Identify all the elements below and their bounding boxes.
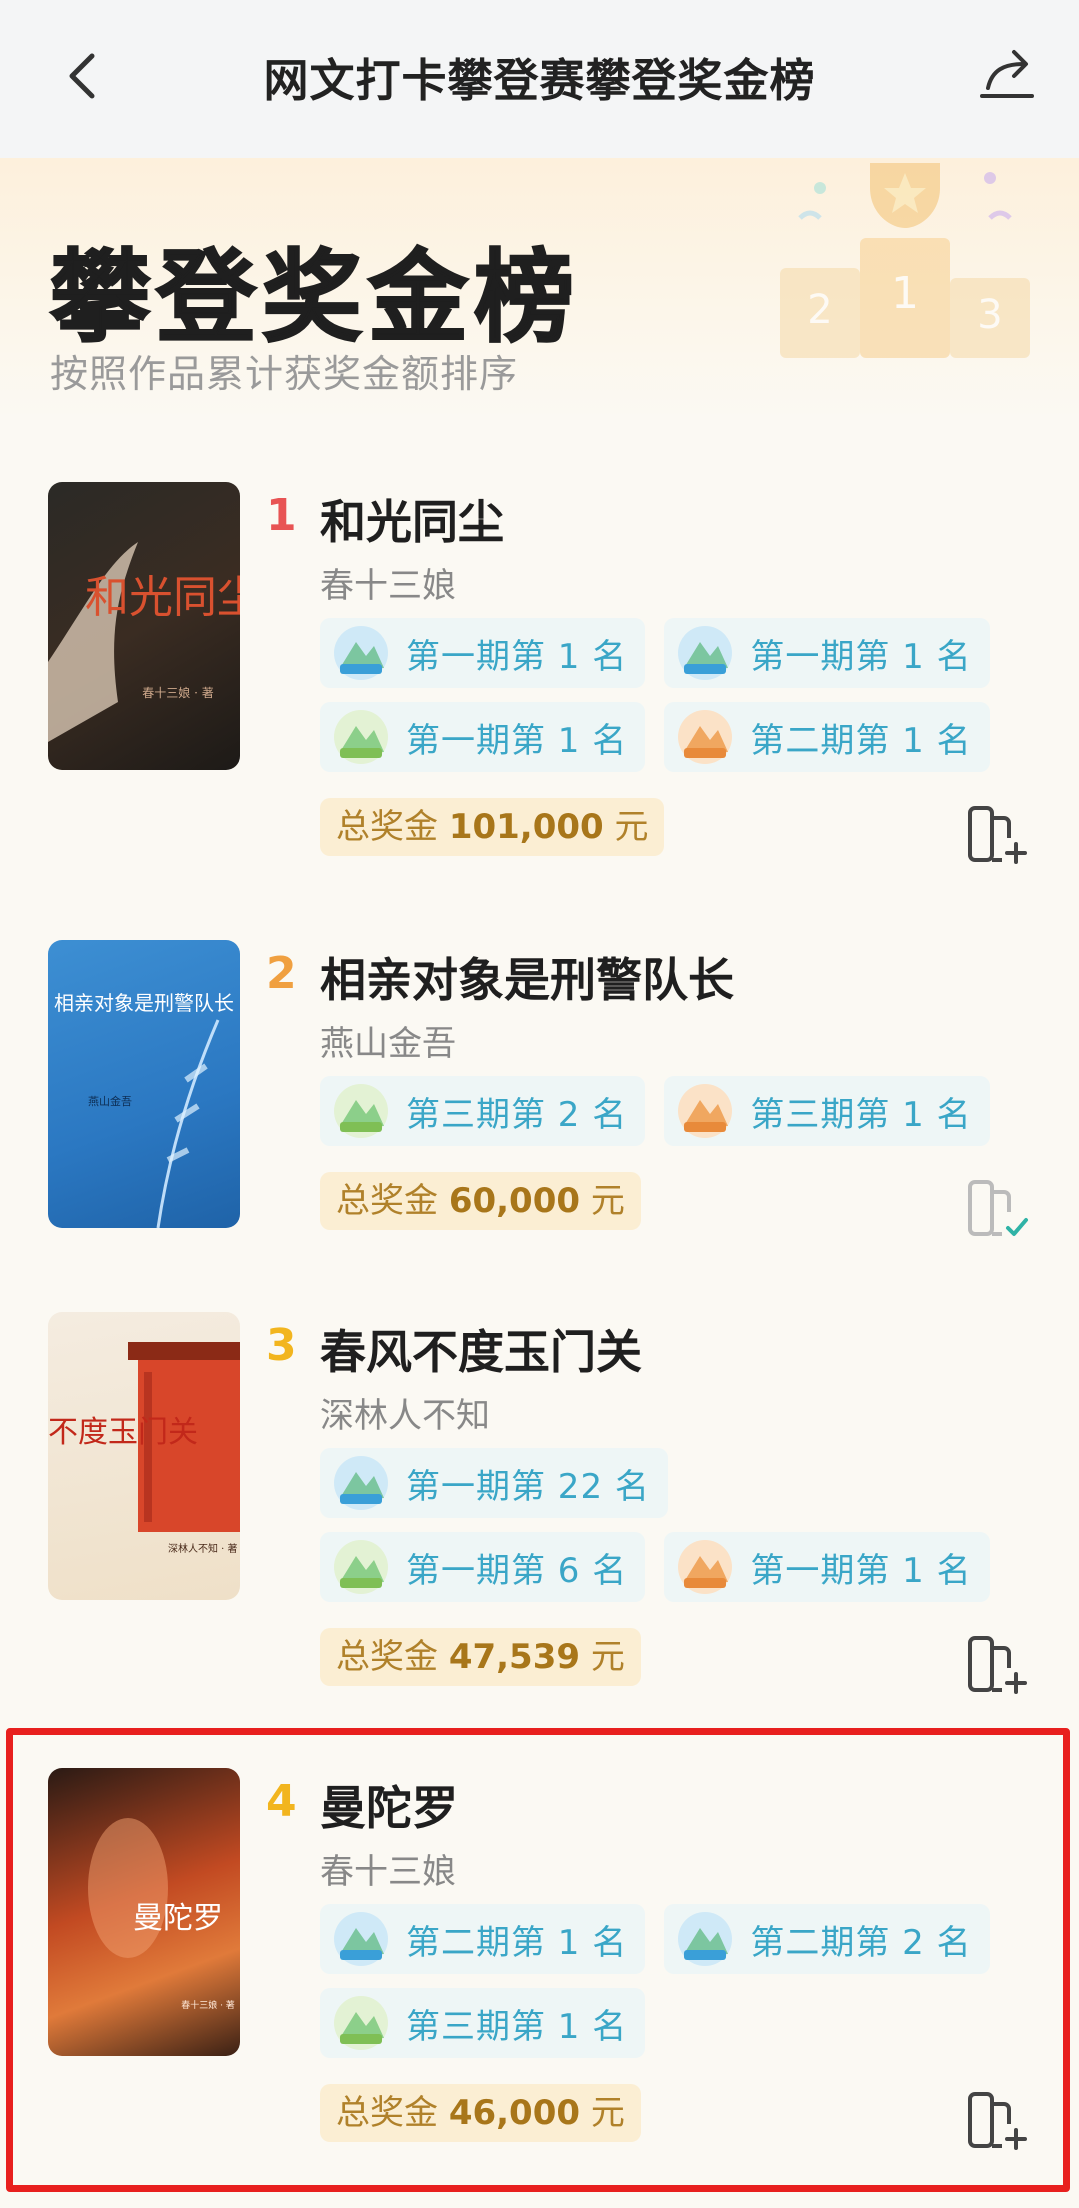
award-tag: 第一期第 6 名 xyxy=(320,1532,646,1602)
award-tags: 第三期第 2 名 第三期第 1 名 xyxy=(320,1076,1020,1160)
mountain-badge-icon xyxy=(334,1084,388,1138)
award-tag: 第三期第 2 名 xyxy=(320,1076,646,1146)
award-tag: 第一期第 1 名 xyxy=(664,1532,990,1602)
mountain-badge-icon xyxy=(678,1540,733,1594)
share-icon[interactable] xyxy=(978,44,1036,100)
book-title[interactable]: 春风不度玉门关 xyxy=(320,1316,642,1382)
award-tags: 第一期第 22 名 第一期第 6 名 第一期第 1 名 xyxy=(320,1448,1020,1616)
rank-number: 1 xyxy=(266,490,297,541)
svg-text:1: 1 xyxy=(891,268,919,319)
prize-total: 总奖金 60,000 元 xyxy=(320,1172,641,1230)
mountain-badge-icon xyxy=(334,626,388,680)
award-tag: 第一期第 22 名 xyxy=(320,1448,668,1518)
mountain-badge-icon xyxy=(678,710,733,764)
book-cover[interactable]: 春风不度玉门关 深林人不知 · 著 xyxy=(48,1312,240,1600)
svg-text:2: 2 xyxy=(807,287,832,333)
book-title[interactable]: 和光同尘 xyxy=(320,486,504,552)
book-cover[interactable]: 相亲对象是刑警队长 燕山金吾 xyxy=(48,940,240,1228)
mountain-badge-icon xyxy=(334,1456,388,1510)
cover-author: 春十三娘 · 著 xyxy=(142,685,213,700)
cover-title: 和光同尘 xyxy=(85,572,240,623)
award-tag: 第三期第 1 名 xyxy=(664,1076,990,1146)
book-author[interactable]: 春十三娘 xyxy=(320,558,456,607)
add-to-shelf-icon[interactable] xyxy=(966,804,1030,866)
hero-banner: 2 1 3 攀登奖金榜 按照作品累计获奖金额排序 xyxy=(0,158,1079,418)
cover-title: 春风不度玉门关 xyxy=(48,1415,198,1450)
book-author[interactable]: 燕山金吾 xyxy=(320,1016,456,1065)
book-cover[interactable]: 和光同尘 春十三娘 · 著 xyxy=(48,482,240,770)
mountain-badge-icon xyxy=(334,1540,388,1594)
cover-author: 燕山金吾 xyxy=(88,1094,132,1108)
prize-total: 总奖金 101,000 元 xyxy=(320,798,665,856)
award-tags: 第一期第 1 名 第一期第 1 名 第一期第 1 名 第二期第 1 名 xyxy=(320,618,1020,786)
added-to-shelf-icon[interactable] xyxy=(966,1178,1030,1240)
book-author[interactable]: 深林人不知 xyxy=(320,1388,490,1437)
mountain-badge-icon xyxy=(334,710,388,764)
add-to-shelf-icon[interactable] xyxy=(966,1634,1030,1696)
book-title[interactable]: 相亲对象是刑警队长 xyxy=(320,944,734,1010)
award-tag: 第二期第 1 名 xyxy=(664,702,990,772)
highlight-box xyxy=(6,1728,1070,2192)
hero-subtitle: 按照作品累计获奖金额排序 xyxy=(50,352,519,396)
award-tag: 第一期第 1 名 xyxy=(320,618,646,688)
hero-title: 攀登奖金榜 xyxy=(49,238,580,357)
page-title: 网文打卡攀登赛攀登奖金榜 xyxy=(263,54,816,107)
top-bar: 网文打卡攀登赛攀登奖金榜 xyxy=(0,0,1079,158)
mountain-badge-icon xyxy=(678,626,733,680)
svg-text:3: 3 xyxy=(977,292,1002,338)
cover-author: 深林人不知 · 著 xyxy=(168,1542,238,1555)
mountain-badge-icon xyxy=(678,1084,733,1138)
rank-number: 3 xyxy=(266,1320,297,1371)
award-tag: 第一期第 1 名 xyxy=(320,702,646,772)
cover-title: 相亲对象是刑警队长 xyxy=(54,991,234,1015)
prize-total: 总奖金 47,539 元 xyxy=(320,1628,641,1686)
rank-number: 2 xyxy=(266,948,297,999)
trophy-podium-icon: 2 1 3 xyxy=(760,158,1060,358)
award-tag: 第一期第 1 名 xyxy=(664,618,990,688)
